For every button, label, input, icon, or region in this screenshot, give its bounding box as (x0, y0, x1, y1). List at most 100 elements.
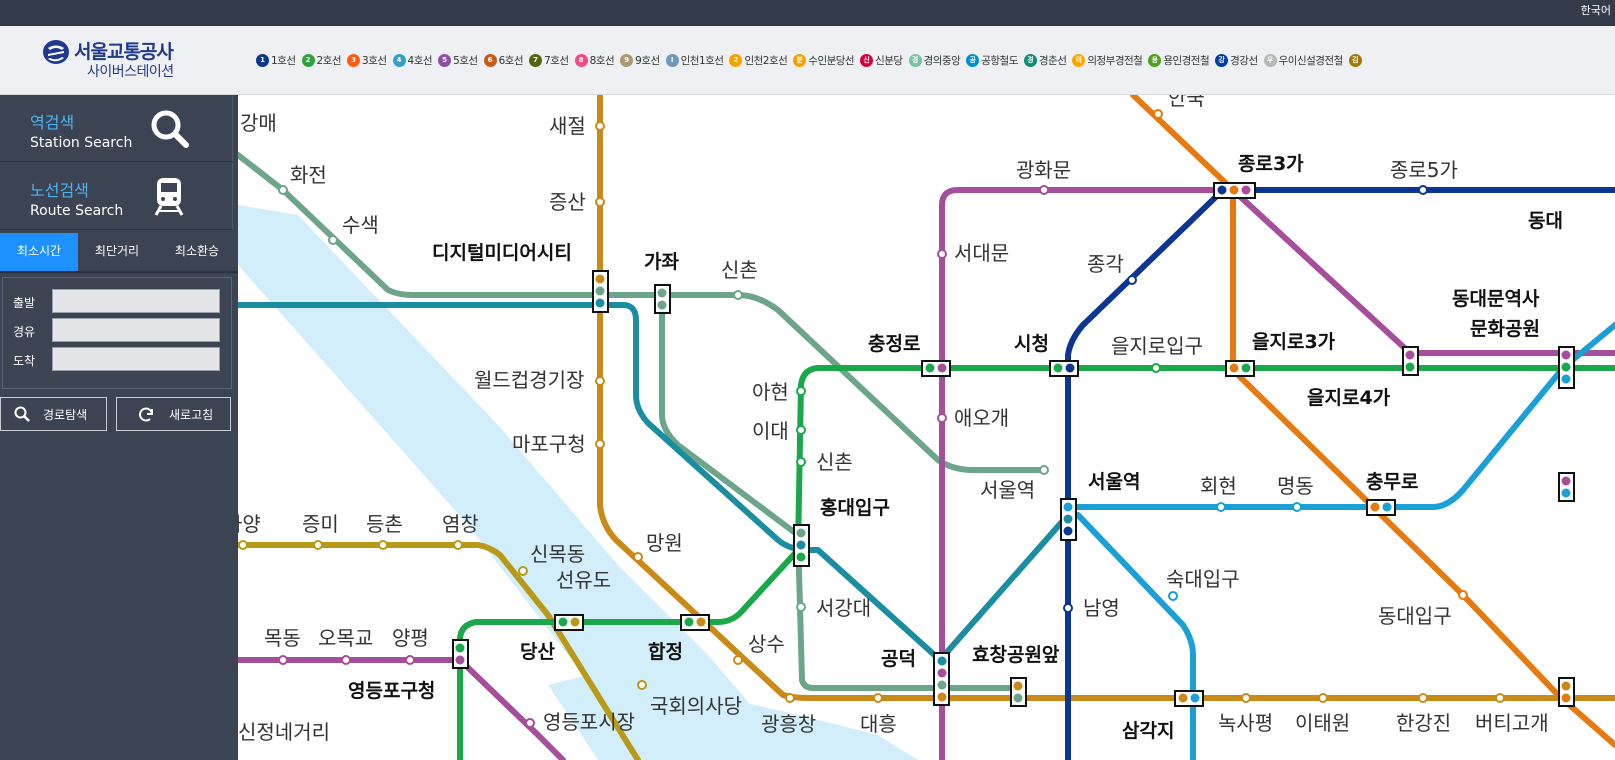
route-search-submit-button[interactable]: 경로탐색 (0, 397, 107, 431)
station-label[interactable]: 상수 (748, 632, 785, 656)
refresh-button[interactable]: 새로고침 (116, 397, 231, 431)
station-dot[interactable] (1292, 502, 1302, 512)
station-dot[interactable] (1418, 185, 1428, 195)
station-label[interactable]: 월드컵경기장 (474, 368, 584, 392)
station-dot[interactable] (1458, 590, 1468, 600)
legend-item[interactable]: 우 우이신설경전철 (1263, 53, 1343, 68)
transfer-hongik[interactable] (793, 524, 810, 567)
legend-item[interactable]: 6 6호선 (483, 53, 524, 68)
station-dot[interactable] (633, 552, 643, 562)
station-dot[interactable] (595, 197, 605, 207)
station-label[interactable]: 디지털미디어시티 (432, 242, 572, 264)
station-label[interactable]: 광화문 (1016, 158, 1071, 182)
transfer-chungjeongno[interactable] (921, 360, 951, 377)
station-dot[interactable] (518, 566, 528, 576)
legend-item[interactable]: 9 9호선 (620, 53, 660, 68)
station-label[interactable]: 서대문 (954, 241, 1009, 265)
station-label[interactable]: 안국 (1168, 95, 1205, 110)
station-dot[interactable] (595, 121, 605, 131)
station-dot[interactable] (1168, 591, 1178, 601)
station-label[interactable]: 한강진 (1396, 711, 1451, 735)
departure-input[interactable] (52, 289, 220, 313)
station-label[interactable]: 홍대입구 (820, 496, 890, 519)
station-label[interactable]: 동대입구 (1378, 604, 1452, 628)
station-label[interactable]: 선유도 (556, 568, 611, 592)
station-dot[interactable] (378, 540, 388, 550)
transfer-dangsan[interactable] (554, 614, 584, 631)
station-dot[interactable] (595, 439, 605, 449)
legend-item[interactable]: 김 (1348, 54, 1364, 67)
transfer-ddp[interactable] (1558, 346, 1575, 389)
station-label[interactable]: 녹사평 (1218, 711, 1273, 735)
station-dot[interactable] (313, 540, 323, 550)
transfer-chungmuro[interactable] (1366, 499, 1396, 516)
station-dot[interactable] (238, 540, 248, 550)
station-label[interactable]: 동대문역사 (1452, 288, 1540, 310)
transfer-dmc[interactable] (592, 270, 609, 313)
station-dot[interactable] (637, 680, 647, 690)
station-label[interactable]: 서강대 (816, 596, 871, 620)
station-label[interactable]: 오목교 (318, 626, 373, 650)
station-label[interactable]: 이태원 (1295, 711, 1350, 735)
station-label[interactable]: 가좌 (644, 251, 679, 273)
station-dot[interactable] (733, 290, 743, 300)
station-label[interactable]: 영등포시장 (543, 710, 635, 734)
station-dot[interactable] (1039, 185, 1049, 195)
station-label[interactable]: 서울역 (980, 478, 1035, 502)
arrival-input[interactable] (52, 347, 220, 371)
station-label[interactable]: 삼각지 (1122, 720, 1174, 742)
transfer-yeongdeungpo-office[interactable] (452, 639, 469, 669)
station-label[interactable]: 영등포구청 (348, 680, 435, 702)
station-dot[interactable] (796, 425, 806, 435)
station-label[interactable]: 을지로입구 (1111, 334, 1203, 358)
station-label[interactable]: 망원 (646, 531, 683, 555)
station-label[interactable]: 남영 (1083, 596, 1120, 620)
station-label[interactable]: 염창 (442, 512, 479, 536)
station-dot[interactable] (785, 693, 795, 703)
legend-item[interactable]: 신 신분당 (860, 53, 903, 68)
station-label[interactable]: 양평 (392, 626, 429, 650)
station-dot[interactable] (937, 413, 947, 423)
language-selector[interactable]: 한국어 (1581, 2, 1611, 18)
station-label[interactable]: 종로3가 (1238, 153, 1304, 175)
station-label[interactable]: 숙대입구 (1166, 567, 1240, 591)
station-dot[interactable] (328, 235, 338, 245)
route-search-button[interactable]: 노선검색 Route Search (0, 163, 233, 230)
station-dot[interactable] (873, 693, 883, 703)
station-label[interactable]: 국회의사당 (650, 694, 742, 718)
transfer-jongno3[interactable] (1213, 182, 1256, 199)
station-dot[interactable] (525, 718, 535, 728)
legend-item[interactable]: 2 2호선 (301, 53, 342, 68)
transfer-cityhall[interactable] (1049, 360, 1079, 377)
station-dot[interactable] (453, 540, 463, 550)
legend-item[interactable]: I 인천1호선 (665, 53, 724, 68)
legend-item[interactable]: 경 경춘선 (1023, 53, 1067, 68)
station-label[interactable]: 증미 (302, 512, 339, 536)
via-input[interactable] (52, 318, 220, 342)
station-label[interactable]: 등촌 (366, 512, 403, 536)
station-dot[interactable] (1418, 693, 1428, 703)
station-dot[interactable] (796, 602, 806, 612)
station-dot[interactable] (278, 185, 288, 195)
station-dot[interactable] (796, 457, 806, 467)
station-dot[interactable] (1039, 465, 1049, 475)
legend-item[interactable]: 5 5호선 (438, 53, 478, 68)
legend-item[interactable]: 경 경의중앙 (908, 53, 961, 68)
station-label[interactable]: 신목동 (530, 542, 585, 566)
station-dot[interactable] (937, 249, 947, 259)
station-dot[interactable] (1153, 109, 1163, 119)
station-label[interactable]: 대흥 (860, 712, 897, 736)
station-label[interactable]: 신촌 (721, 258, 758, 282)
transfer-hapjeong[interactable] (680, 614, 710, 631)
station-dot[interactable] (1151, 363, 1161, 373)
station-label[interactable]: 신촌 (816, 450, 853, 474)
station-label[interactable]: 종각 (1087, 252, 1124, 276)
tab-min-time[interactable]: 최소시간 (0, 233, 79, 271)
station-label[interactable]: 동대 (1528, 210, 1563, 232)
transfer-euljiro3[interactable] (1225, 360, 1255, 377)
station-label[interactable]: 회현 (1200, 474, 1237, 498)
legend-item[interactable]: 3 3호선 (347, 53, 387, 68)
station-dot[interactable] (341, 655, 351, 665)
station-label[interactable]: 시청 (1014, 333, 1049, 355)
station-dot[interactable] (733, 655, 743, 665)
